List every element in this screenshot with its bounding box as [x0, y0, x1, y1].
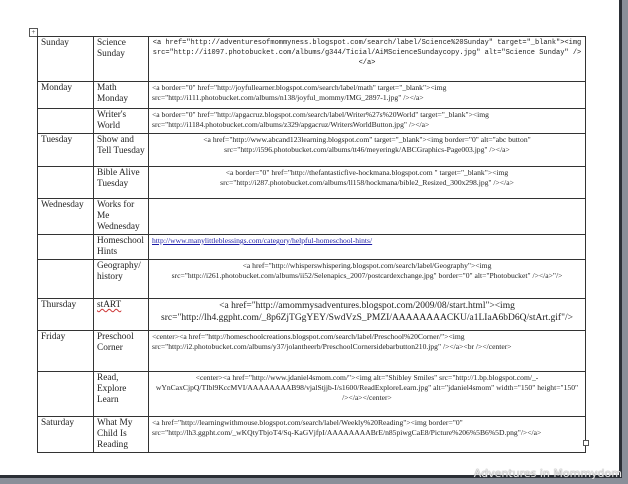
- code-cell: [148, 198, 586, 235]
- document-page: + Sunday Science Sunday <a href="http://ad…: [0, 0, 622, 478]
- code-cell: <center><a href="http://www.jdaniel4smom…: [148, 371, 586, 417]
- homeschool-hints-link[interactable]: http://www.manylittleblessings.com/categ…: [152, 236, 372, 245]
- program-cell: Show and Tell Tuesday: [93, 133, 149, 167]
- code-cell: <a href="http://adventuresofmommyness.bl…: [148, 36, 586, 82]
- table-row: Tuesday Show and Tell Tuesday <a href="htt…: [37, 133, 586, 167]
- program-cell: Math Monday: [93, 81, 149, 109]
- table-row: Homeschool Hints http://www.manylittleble…: [37, 234, 586, 260]
- table-row: Writer's World <a border="0" href="http:/…: [37, 108, 586, 134]
- day-cell: Saturday: [37, 416, 94, 453]
- code-cell: <a href="http://www.abcand123learning.bl…: [148, 133, 586, 167]
- day-cell: Monday: [37, 81, 94, 109]
- table-row: Read, Explore Learn <center><a href="http…: [37, 371, 586, 417]
- code-cell: <a href="http://amommysadventures.blogsp…: [148, 298, 586, 331]
- day-cell: Sunday: [37, 36, 94, 82]
- day-cell: Thursday: [37, 298, 94, 331]
- program-cell: Bible Alive Tuesday: [93, 166, 149, 199]
- day-cell: [37, 259, 94, 299]
- table-row: Bible Alive Tuesday <a border="0" href="h…: [37, 166, 586, 199]
- day-cell: [37, 234, 94, 260]
- day-cell: Friday: [37, 330, 94, 372]
- code-cell: <a border="0" href="http://joyfullearner…: [148, 81, 586, 109]
- day-cell: Tuesday: [37, 133, 94, 167]
- day-cell: [37, 371, 94, 417]
- program-cell: Read, Explore Learn: [93, 371, 149, 417]
- code-cell: <a href="http://learningwithmouse.blogsp…: [148, 416, 586, 453]
- program-cell: Writer's World: [93, 108, 149, 134]
- program-cell: Geography/ history: [93, 259, 149, 299]
- program-cell: Homeschool Hints: [93, 234, 149, 260]
- program-cell: stART: [93, 298, 149, 331]
- code-cell: <center><a href="http://homeschoolcreati…: [148, 330, 586, 372]
- code-cell: <a href="http://whisperswhispering.blogs…: [148, 259, 586, 299]
- table-row: Thursday stART <a href="http://amommysadve…: [37, 298, 586, 331]
- code-cell: http://www.manylittleblessings.com/categ…: [148, 234, 586, 260]
- table-row: Saturday What My Child Is Reading <a href=…: [37, 416, 586, 453]
- program-cell: Works for Me Wednesday: [93, 198, 149, 235]
- table-row: Monday Math Monday <a border="0" href="htt…: [37, 81, 586, 109]
- table-row: Wednesday Works for Me Wednesday: [37, 198, 586, 235]
- day-cell: [37, 108, 94, 134]
- day-cell: [37, 166, 94, 199]
- watermark: Adventures in Mommydom: [473, 467, 622, 480]
- weekly-linkup-table: Sunday Science Sunday <a href="http://adve…: [37, 36, 586, 453]
- program-cell: What My Child Is Reading: [93, 416, 149, 453]
- table-row: Geography/ history <a href="http://whispe…: [37, 259, 586, 299]
- table-row: Sunday Science Sunday <a href="http://adve…: [37, 36, 586, 82]
- table-row: Friday Preschool Corner <center><a href="h…: [37, 330, 586, 372]
- table-resize-handle[interactable]: [583, 440, 589, 446]
- program-cell: Science Sunday: [93, 36, 149, 82]
- program-cell: Preschool Corner: [93, 330, 149, 372]
- code-cell: <a border="0" href="http://thefantasticf…: [148, 166, 586, 199]
- day-cell: Wednesday: [37, 198, 94, 235]
- code-cell: <a border="0" href="http://apgacruz.blog…: [148, 108, 586, 134]
